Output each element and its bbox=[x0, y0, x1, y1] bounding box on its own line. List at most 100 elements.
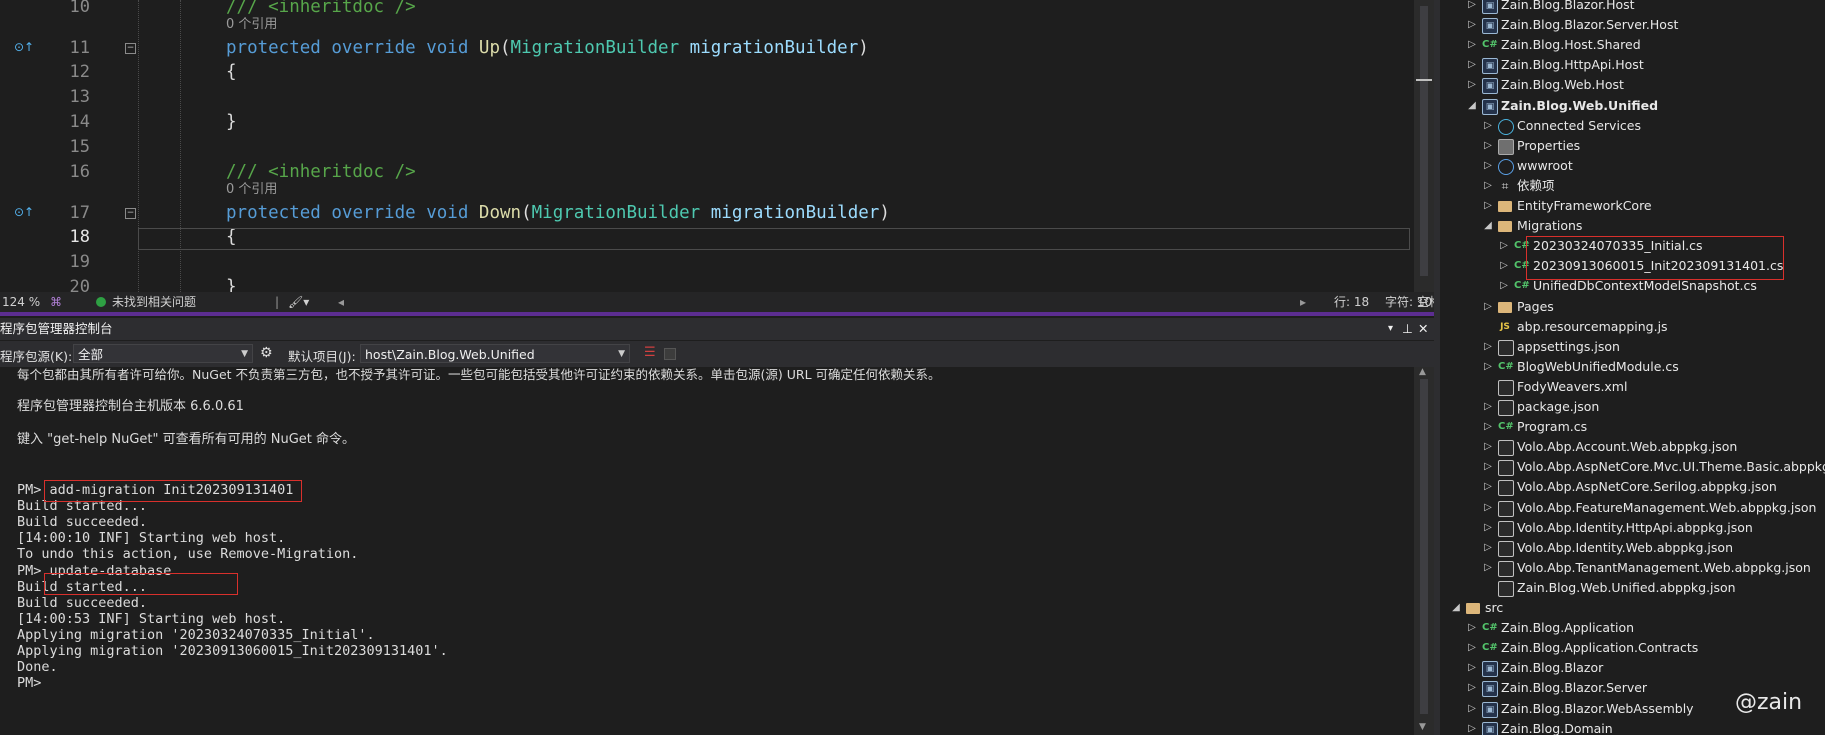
collapsed-arrow-icon[interactable]: ▷ bbox=[1482, 297, 1494, 317]
solution-tree-item[interactable]: ▷ appsettings.json bbox=[1440, 337, 1825, 357]
solution-tree-item[interactable]: JS abp.resourcemapping.js bbox=[1440, 317, 1825, 337]
code-line[interactable]: 14} bbox=[0, 110, 1410, 134]
collapsed-arrow-icon[interactable]: ▷ bbox=[1466, 618, 1478, 638]
collapsed-arrow-icon[interactable]: ▷ bbox=[1482, 337, 1494, 357]
collapsed-arrow-icon[interactable]: ▷ bbox=[1482, 538, 1494, 558]
collapsed-arrow-icon[interactable]: ▷ bbox=[1466, 35, 1478, 55]
code-text[interactable]: } bbox=[226, 275, 237, 292]
collapsed-arrow-icon[interactable]: ▷ bbox=[1482, 457, 1494, 477]
code-line[interactable]: 15 bbox=[0, 135, 1410, 159]
pmc-vertical-scrollbar[interactable]: ▲ ▼ bbox=[1414, 367, 1434, 735]
scroll-thumb[interactable] bbox=[1420, 379, 1428, 714]
solution-tree-item[interactable]: ▷ C# Program.cs bbox=[1440, 417, 1825, 437]
pin-icon[interactable]: ⊥ bbox=[1402, 318, 1413, 340]
collapsed-arrow-icon[interactable]: ▷ bbox=[1466, 719, 1478, 735]
collapsed-arrow-icon[interactable]: ▷ bbox=[1482, 417, 1494, 437]
collapsed-arrow-icon[interactable]: ▷ bbox=[1482, 518, 1494, 538]
code-text[interactable]: } bbox=[226, 110, 237, 134]
collapsed-arrow-icon[interactable]: ▷ bbox=[1482, 498, 1494, 518]
scroll-up-icon[interactable]: ▲ bbox=[1419, 367, 1426, 377]
solution-tree-item[interactable]: ▷ ▣ Zain.Blog.Domain bbox=[1440, 719, 1825, 735]
collapsed-arrow-icon[interactable]: ▷ bbox=[1482, 397, 1494, 417]
close-icon[interactable]: ✕ bbox=[1418, 318, 1428, 340]
expanded-arrow-icon[interactable]: ◢ bbox=[1466, 96, 1478, 116]
collapsed-arrow-icon[interactable]: ▷ bbox=[1482, 176, 1494, 196]
clear-console-icon[interactable]: ☰ bbox=[644, 345, 656, 360]
collapsed-arrow-icon[interactable]: ▷ bbox=[1466, 678, 1478, 698]
scroll-down-icon[interactable]: ▼ bbox=[1419, 722, 1426, 732]
code-text[interactable]: protected override void Up(MigrationBuil… bbox=[226, 36, 869, 60]
collapsed-arrow-icon[interactable]: ▷ bbox=[1466, 638, 1478, 658]
scroll-right-icon[interactable]: ▸ bbox=[1300, 292, 1306, 312]
solution-tree-item[interactable]: ▷ Volo.Abp.FeatureManagement.Web.abppkg.j… bbox=[1440, 498, 1825, 518]
solution-tree-item[interactable]: ◢ ▣ Zain.Blog.Web.Unified bbox=[1440, 96, 1825, 116]
collapsed-arrow-icon[interactable]: ▷ bbox=[1466, 75, 1478, 95]
code-line[interactable]: 20} bbox=[0, 275, 1410, 292]
issues-status[interactable]: 未找到相关问题 bbox=[112, 292, 196, 312]
code-line[interactable]: 16 /// <inheritdoc /> bbox=[0, 160, 1410, 184]
solution-tree-item[interactable]: ▷ wwwroot bbox=[1440, 156, 1825, 176]
collapsed-arrow-icon[interactable]: ▷ bbox=[1466, 699, 1478, 719]
solution-tree-item[interactable]: ▷ Volo.Abp.Account.Web.abppkg.json bbox=[1440, 437, 1825, 457]
code-text[interactable]: /// <inheritdoc /> bbox=[226, 160, 416, 184]
fold-toggle-icon[interactable]: − bbox=[125, 43, 136, 54]
solution-tree-item[interactable]: ▷ Volo.Abp.Identity.HttpApi.abppkg.json bbox=[1440, 518, 1825, 538]
scroll-left-icon[interactable]: ◂ bbox=[338, 292, 344, 312]
solution-tree-item[interactable]: Zain.Blog.Web.Unified.abppkg.json bbox=[1440, 578, 1825, 598]
solution-tree-item[interactable]: ▷ Volo.Abp.AspNetCore.Mvc.UI.Theme.Basic.… bbox=[1440, 457, 1825, 477]
solution-tree-item[interactable]: ▷ ▣ Zain.Blog.Blazor bbox=[1440, 658, 1825, 678]
codelens-references[interactable]: 0 个引用 bbox=[226, 183, 277, 197]
solution-tree-item[interactable]: ▷ package.json bbox=[1440, 397, 1825, 417]
scroll-thumb[interactable] bbox=[1420, 6, 1428, 276]
solution-tree-item[interactable]: ▷ C# BlogWebUnifiedModule.cs bbox=[1440, 357, 1825, 377]
code-line[interactable]: 12 { bbox=[0, 60, 1410, 84]
collapsed-arrow-icon[interactable]: ▷ bbox=[1482, 357, 1494, 377]
code-line[interactable]: 10 /// <inheritdoc /> bbox=[0, 0, 1410, 19]
solution-tree-item[interactable]: ▷ C# Zain.Blog.Application bbox=[1440, 618, 1825, 638]
stop-icon[interactable] bbox=[664, 348, 676, 360]
collapsed-arrow-icon[interactable]: ▷ bbox=[1482, 477, 1494, 497]
solution-tree-item[interactable]: ▷ C# Zain.Blog.Host.Shared bbox=[1440, 35, 1825, 55]
code-line[interactable]: 17 ⊙↑ − protected override void Down(Migrat… bbox=[0, 201, 1410, 225]
collapsed-arrow-icon[interactable]: ▷ bbox=[1482, 156, 1494, 176]
override-glyph-icon[interactable]: ⊙↑ bbox=[14, 40, 36, 56]
collapsed-arrow-icon[interactable]: ▷ bbox=[1482, 196, 1494, 216]
code-line[interactable]: 11 ⊙↑ − protected override void Up(Migratio… bbox=[0, 36, 1410, 60]
solution-tree-item[interactable]: ▷ Properties bbox=[1440, 136, 1825, 156]
solution-tree-item[interactable]: ▷ Volo.Abp.TenantManagement.Web.abppkg.js… bbox=[1440, 558, 1825, 578]
pane-divider[interactable] bbox=[0, 312, 1434, 316]
code-line[interactable]: 19 bbox=[0, 250, 1410, 274]
solution-tree-item[interactable]: ▷ ▣ Zain.Blog.Blazor.Server.Host bbox=[1440, 15, 1825, 35]
solution-tree-item[interactable]: ◢ Migrations bbox=[1440, 216, 1825, 236]
solution-tree-item[interactable]: ▷ ▣ Zain.Blog.HttpApi.Host bbox=[1440, 55, 1825, 75]
line-indicator[interactable]: 行: 18 bbox=[1334, 292, 1369, 312]
solution-tree-item[interactable]: ▷ ⌗ 依赖项 bbox=[1440, 176, 1825, 196]
code-text[interactable]: protected override void Down(MigrationBu… bbox=[226, 201, 890, 225]
solution-tree-item[interactable]: ◢ src bbox=[1440, 598, 1825, 618]
settings-gear-icon[interactable]: ⚙ bbox=[260, 345, 273, 361]
solution-tree-item[interactable]: ▷ ▣ Zain.Blog.Web.Host bbox=[1440, 75, 1825, 95]
expanded-arrow-icon[interactable]: ◢ bbox=[1450, 598, 1462, 618]
collapsed-arrow-icon[interactable]: ▷ bbox=[1482, 558, 1494, 578]
fold-toggle-icon[interactable]: − bbox=[125, 208, 136, 219]
codelens-references[interactable]: 0 个引用 bbox=[226, 18, 277, 32]
package-source-select[interactable]: 全部 ▼ bbox=[73, 344, 253, 363]
collapsed-arrow-icon[interactable]: ▷ bbox=[1466, 0, 1478, 15]
solution-tree-item[interactable]: ▷ C# Zain.Blog.Application.Contracts bbox=[1440, 638, 1825, 658]
pmc-dropdown-icon[interactable]: ▾ bbox=[1388, 318, 1393, 340]
solution-tree-item[interactable]: ▷ Volo.Abp.AspNetCore.Serilog.abppkg.json bbox=[1440, 477, 1825, 497]
solution-tree-item[interactable]: ▷ Volo.Abp.Identity.Web.abppkg.json bbox=[1440, 538, 1825, 558]
collapsed-arrow-icon[interactable]: ▷ bbox=[1482, 136, 1494, 156]
copilot-icon[interactable]: ⌘ bbox=[50, 292, 62, 312]
collapsed-arrow-icon[interactable]: ▷ bbox=[1498, 276, 1510, 296]
collapsed-arrow-icon[interactable]: ▷ bbox=[1482, 116, 1494, 136]
collapsed-arrow-icon[interactable]: ▷ bbox=[1482, 437, 1494, 457]
brush-icon[interactable]: 🖌▾ bbox=[288, 292, 309, 312]
expanded-arrow-icon[interactable]: ◢ bbox=[1482, 216, 1494, 236]
editor-vertical-scrollbar[interactable] bbox=[1414, 0, 1434, 292]
solution-explorer[interactable]: ▷ ▣ Zain.Blog.Blazor.Host ▷ ▣ Zain.Blog.Blazo… bbox=[1440, 0, 1825, 735]
solution-tree-item[interactable]: ▷ Connected Services bbox=[1440, 116, 1825, 136]
zoom-level[interactable]: 124 % bbox=[2, 292, 40, 312]
code-editor[interactable]: 10 /// <inheritdoc /> 11 ⊙↑ − protected overr… bbox=[0, 0, 1434, 292]
code-text[interactable]: { bbox=[226, 60, 237, 84]
